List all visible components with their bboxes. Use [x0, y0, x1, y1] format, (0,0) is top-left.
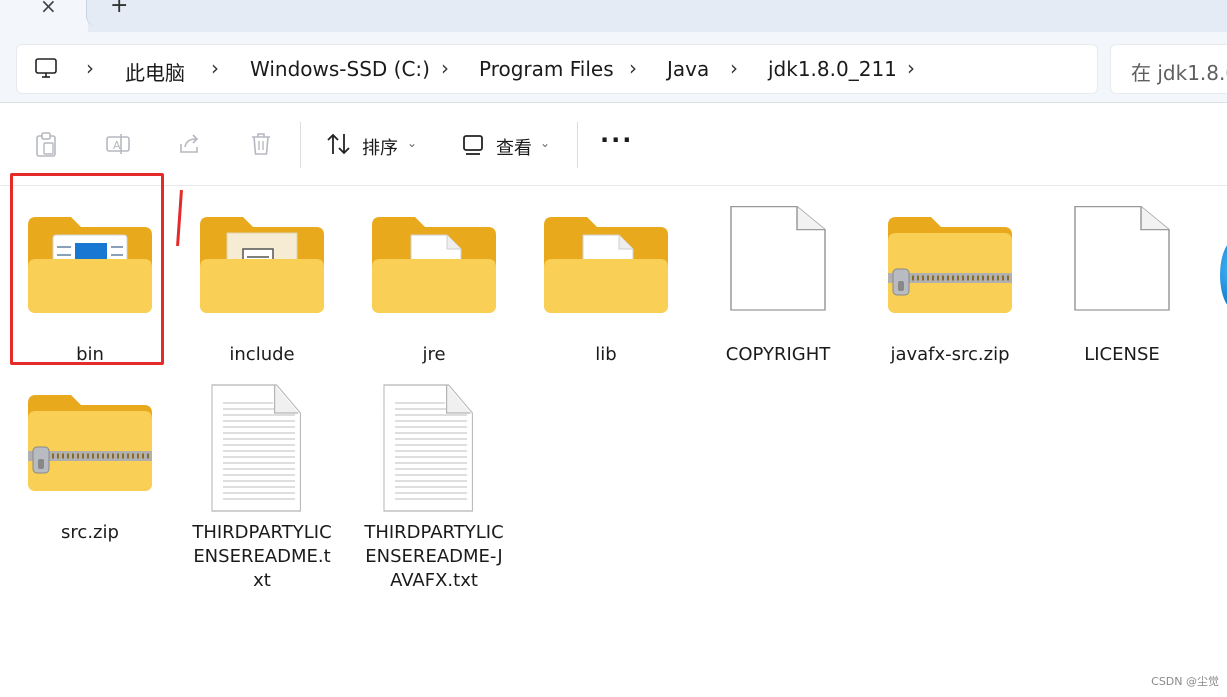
paste-icon[interactable] [32, 130, 60, 158]
divider [0, 185, 1227, 186]
file-item-license[interactable]: LICENSE [1042, 205, 1202, 365]
view-button[interactable]: 查看 [496, 134, 532, 160]
breadcrumb-chevron-icon[interactable]: › [730, 56, 738, 80]
rename-icon[interactable]: A [104, 130, 132, 158]
search-box[interactable]: 在 jdk1.8.0_211 中搜索 [1110, 44, 1227, 94]
item-label: jre [422, 344, 446, 365]
svg-text:A: A [113, 139, 121, 152]
item-label: src.zip [61, 522, 119, 543]
folder-item-include[interactable]: include [182, 205, 342, 365]
delete-icon[interactable] [247, 130, 275, 158]
item-label: LICENSE [1084, 344, 1160, 365]
item-label: javafx-src.zip [890, 344, 1010, 365]
more-options-icon[interactable]: ··· [600, 126, 633, 154]
breadcrumb-chevron-icon[interactable]: › [211, 56, 219, 80]
breadcrumb-chevron-icon[interactable]: › [629, 56, 637, 80]
breadcrumb-chevron-icon[interactable]: › [907, 56, 915, 80]
file-item-copyright[interactable]: COPYRIGHT [698, 205, 858, 365]
toolbar-divider [577, 122, 578, 168]
breadcrumb-chevron-icon[interactable]: › [86, 56, 94, 80]
text-file-item-thirdparty-javafx[interactable]: THIRDPARTYLIC ENSEREADME-J AVAFX.txt [354, 383, 514, 593]
item-label: include [229, 344, 295, 365]
item-label: THIRDPARTYLIC ENSEREADME.t xt [192, 522, 332, 591]
file-icon [1074, 206, 1170, 311]
red-highlight-box [10, 173, 164, 365]
zip-folder-icon [888, 217, 1012, 313]
breadcrumb-java[interactable]: Java [667, 57, 709, 81]
folder-item-jre[interactable]: jre [354, 205, 514, 365]
watermark: CSDN @尘觉 [1151, 675, 1219, 688]
text-file-item-thirdparty[interactable]: THIRDPARTYLIC ENSEREADME.t xt [182, 383, 342, 593]
chevron-down-icon[interactable]: ⌄ [540, 136, 550, 150]
toolbar-divider [300, 122, 301, 168]
folder-file-icon [372, 217, 496, 313]
partial-app-icon[interactable] [1220, 240, 1227, 310]
zip-folder-icon [28, 395, 152, 491]
zip-item-javafx-src[interactable]: javafx-src.zip [870, 205, 1030, 365]
breadcrumb-drive-c[interactable]: Windows-SSD (C:) [250, 57, 430, 81]
close-tab-icon[interactable]: × [40, 0, 57, 18]
tab-strip [0, 0, 1227, 32]
share-icon[interactable] [176, 130, 204, 158]
search-input[interactable]: 在 jdk1.8.0_211 中搜索 [1131, 57, 1227, 86]
text-file-icon [211, 384, 301, 512]
computer-icon[interactable] [34, 56, 58, 80]
zip-item-src[interactable]: src.zip [10, 383, 170, 543]
breadcrumb-chevron-icon[interactable]: › [441, 56, 449, 80]
item-label: lib [595, 344, 617, 365]
breadcrumb-program-files[interactable]: Program Files [479, 57, 614, 81]
sort-icon[interactable] [325, 130, 353, 158]
folder-file-icon [544, 217, 668, 313]
file-icon [730, 206, 826, 311]
view-icon[interactable] [460, 130, 488, 158]
item-label: COPYRIGHT [725, 344, 831, 365]
breadcrumb-this-pc[interactable]: 此电脑 [125, 57, 185, 86]
folder-doc-icon [200, 217, 324, 313]
new-tab-icon[interactable]: + [110, 0, 128, 18]
item-label: THIRDPARTYLIC ENSEREADME-J AVAFX.txt [364, 522, 504, 591]
chevron-down-icon[interactable]: ⌄ [407, 136, 417, 150]
sort-button[interactable]: 排序 [362, 134, 398, 160]
folder-item-lib[interactable]: lib [526, 205, 686, 365]
text-file-icon [383, 384, 473, 512]
breadcrumb-jdk[interactable]: jdk1.8.0_211 [768, 57, 897, 81]
